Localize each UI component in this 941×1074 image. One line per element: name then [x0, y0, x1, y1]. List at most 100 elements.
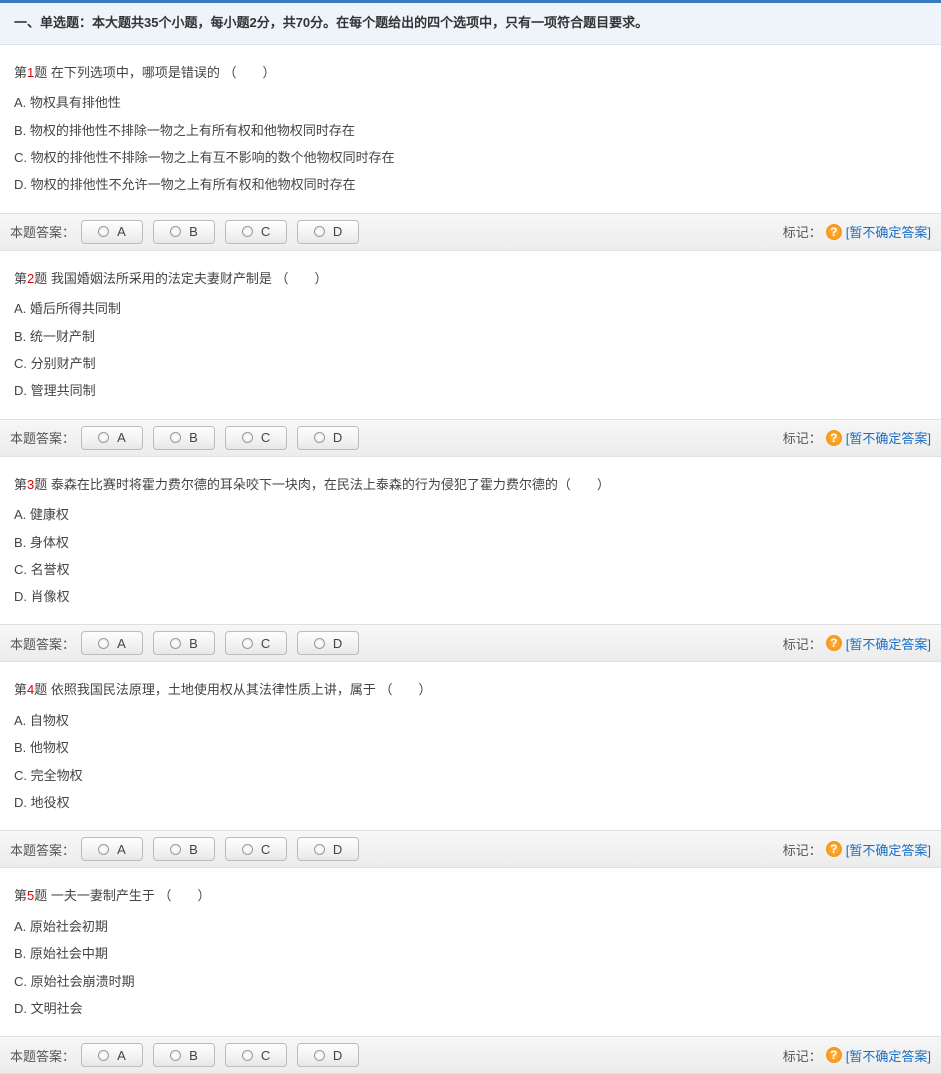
question-suffix: 题 — [34, 271, 47, 286]
option-text: D. 肖像权 — [14, 583, 927, 610]
choice-letter: C — [261, 430, 270, 445]
radio-icon — [98, 844, 109, 855]
choice-letter: A — [117, 636, 126, 651]
radio-icon — [314, 844, 325, 855]
question-options: A. 物权具有排他性B. 物权的排他性不排除一物之上有所有权和他物权同时存在C.… — [14, 89, 927, 198]
unsure-answer-link[interactable]: [暂不确定答案] — [846, 222, 931, 241]
help-icon[interactable]: ? — [826, 430, 842, 446]
choice-letter: A — [117, 430, 126, 445]
choice-letter: A — [117, 1048, 126, 1063]
unsure-answer-link[interactable]: [暂不确定答案] — [846, 1046, 931, 1065]
questions-container: 第1题 在下列选项中，哪项是错误的 （ ） A. 物权具有排他性B. 物权的排他性… — [0, 45, 941, 1074]
choice-button-a[interactable]: A — [81, 631, 143, 655]
choice-letter: D — [333, 430, 342, 445]
choice-button-d[interactable]: D — [297, 426, 359, 450]
answer-bar: 本题答案： A B C D 标记：?[暂不确定答案] — [0, 419, 941, 457]
help-icon[interactable]: ? — [826, 635, 842, 651]
choice-letter: B — [189, 636, 198, 651]
option-text: A. 婚后所得共同制 — [14, 295, 927, 322]
option-text: B. 他物权 — [14, 734, 927, 761]
option-text: C. 原始社会崩溃时期 — [14, 968, 927, 995]
question-options: A. 原始社会初期B. 原始社会中期C. 原始社会崩溃时期D. 文明社会 — [14, 913, 927, 1022]
choice-button-a[interactable]: A — [81, 220, 143, 244]
mark-label: 标记： — [783, 840, 822, 859]
answer-label: 本题答案： — [10, 840, 75, 859]
question-title: 第1题 在下列选项中，哪项是错误的 （ ） — [14, 61, 927, 86]
unsure-answer-link[interactable]: [暂不确定答案] — [846, 840, 931, 859]
question-title: 第3题 泰森在比赛时将霍力费尔德的耳朵咬下一块肉，在民法上泰森的行为侵犯了霍力费… — [14, 473, 927, 498]
radio-icon — [170, 432, 181, 443]
radio-icon — [170, 844, 181, 855]
radio-icon — [98, 638, 109, 649]
radio-icon — [242, 638, 253, 649]
choice-letter: B — [189, 430, 198, 445]
mark-label: 标记： — [783, 634, 822, 653]
choice-button-c[interactable]: C — [225, 220, 287, 244]
choice-button-d[interactable]: D — [297, 837, 359, 861]
question-prefix: 第 — [14, 65, 27, 80]
question-prefix: 第 — [14, 477, 27, 492]
mark-label: 标记： — [783, 1046, 822, 1065]
choice-letter: B — [189, 1048, 198, 1063]
option-text: C. 完全物权 — [14, 762, 927, 789]
question-suffix: 题 — [34, 65, 47, 80]
question-block: 第3题 泰森在比赛时将霍力费尔德的耳朵咬下一块肉，在民法上泰森的行为侵犯了霍力费… — [0, 457, 941, 625]
question-suffix: 题 — [34, 477, 47, 492]
choice-letter: D — [333, 842, 342, 857]
option-text: D. 文明社会 — [14, 995, 927, 1022]
choice-letter: A — [117, 842, 126, 857]
option-text: B. 物权的排他性不排除一物之上有所有权和他物权同时存在 — [14, 117, 927, 144]
choice-button-c[interactable]: C — [225, 837, 287, 861]
radio-icon — [242, 432, 253, 443]
question-text: 依照我国民法原理，土地使用权从其法律性质上讲，属于 （ ） — [47, 682, 431, 697]
option-text: A. 健康权 — [14, 501, 927, 528]
choice-button-b[interactable]: B — [153, 837, 215, 861]
option-text: C. 名誉权 — [14, 556, 927, 583]
question-options: A. 自物权B. 他物权C. 完全物权D. 地役权 — [14, 707, 927, 816]
answer-bar: 本题答案： A B C D 标记：?[暂不确定答案] — [0, 624, 941, 662]
option-text: D. 物权的排他性不允许一物之上有所有权和他物权同时存在 — [14, 171, 927, 198]
question-text: 一夫一妻制产生于 （ ） — [47, 888, 210, 903]
question-block: 第2题 我国婚姻法所采用的法定夫妻财产制是 （ ）A. 婚后所得共同制B. 统一… — [0, 251, 941, 419]
answer-bar: 本题答案： A B C D 标记：?[暂不确定答案] — [0, 830, 941, 868]
choice-letter: B — [189, 842, 198, 857]
answer-label: 本题答案： — [10, 1046, 75, 1065]
choice-letter: A — [117, 224, 126, 239]
choice-button-b[interactable]: B — [153, 426, 215, 450]
help-icon[interactable]: ? — [826, 224, 842, 240]
question-prefix: 第 — [14, 682, 27, 697]
question-suffix: 题 — [34, 682, 47, 697]
radio-icon — [314, 226, 325, 237]
choice-button-b[interactable]: B — [153, 220, 215, 244]
unsure-answer-link[interactable]: [暂不确定答案] — [846, 428, 931, 447]
choice-button-c[interactable]: C — [225, 426, 287, 450]
question-title: 第2题 我国婚姻法所采用的法定夫妻财产制是 （ ） — [14, 267, 927, 292]
choice-letter: B — [189, 224, 198, 239]
help-icon[interactable]: ? — [826, 841, 842, 857]
unsure-answer-link[interactable]: [暂不确定答案] — [846, 634, 931, 653]
radio-icon — [242, 844, 253, 855]
choice-letter: C — [261, 636, 270, 651]
help-icon[interactable]: ? — [826, 1047, 842, 1063]
mark-label: 标记： — [783, 428, 822, 447]
choice-button-b[interactable]: B — [153, 1043, 215, 1067]
choice-button-d[interactable]: D — [297, 1043, 359, 1067]
choice-button-c[interactable]: C — [225, 631, 287, 655]
answer-label: 本题答案： — [10, 634, 75, 653]
choice-button-a[interactable]: A — [81, 1043, 143, 1067]
choice-button-d[interactable]: D — [297, 631, 359, 655]
choice-button-c[interactable]: C — [225, 1043, 287, 1067]
choice-button-a[interactable]: A — [81, 837, 143, 861]
question-prefix: 第 — [14, 271, 27, 286]
choice-button-d[interactable]: D — [297, 220, 359, 244]
question-text: 我国婚姻法所采用的法定夫妻财产制是 （ ） — [47, 271, 327, 286]
radio-icon — [314, 432, 325, 443]
option-text: A. 自物权 — [14, 707, 927, 734]
radio-icon — [314, 1050, 325, 1061]
choice-button-b[interactable]: B — [153, 631, 215, 655]
radio-icon — [242, 1050, 253, 1061]
question-title: 第5题 一夫一妻制产生于 （ ） — [14, 884, 927, 909]
choice-button-a[interactable]: A — [81, 426, 143, 450]
answer-label: 本题答案： — [10, 428, 75, 447]
radio-icon — [98, 226, 109, 237]
